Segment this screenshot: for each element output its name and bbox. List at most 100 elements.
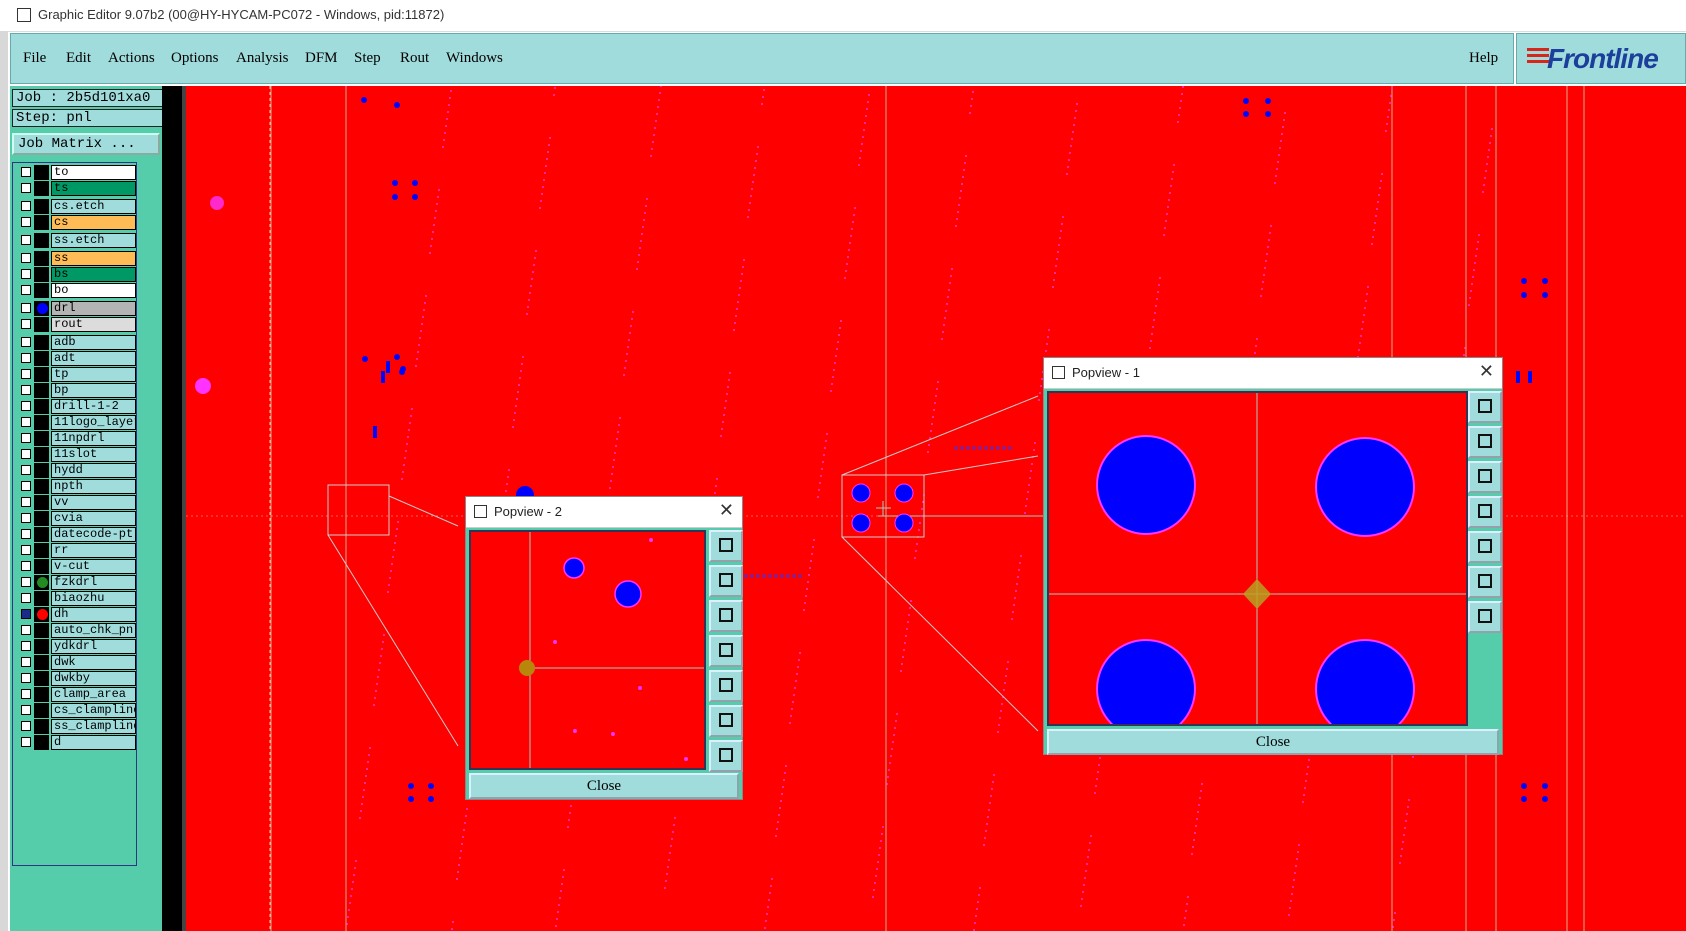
layer-checkbox[interactable]	[21, 369, 31, 379]
layer-name[interactable]: adb	[51, 335, 136, 350]
layer-name[interactable]: ss_clampline	[51, 719, 136, 734]
layer-row-11npdrl[interactable]: 11npdrl	[15, 431, 136, 446]
layer-row-adb[interactable]: adb	[15, 335, 136, 350]
layer-row-biaozhu[interactable]: biaozhu	[15, 591, 136, 606]
layer-row-11logo_layer[interactable]: 11logo_layer	[15, 415, 136, 430]
layer-checkbox[interactable]	[21, 641, 31, 651]
layer-row-ydkdrl[interactable]: ydkdrl	[15, 639, 136, 654]
layer-name[interactable]: ydkdrl	[51, 639, 136, 654]
menu-actions[interactable]: Actions	[108, 50, 155, 67]
layer-checkbox[interactable]	[21, 285, 31, 295]
layer-name[interactable]: bp	[51, 383, 136, 398]
layer-checkbox[interactable]	[21, 609, 31, 619]
popview-1-canvas[interactable]	[1047, 391, 1468, 726]
layer-checkbox[interactable]	[21, 253, 31, 263]
layer-row-cs.etch[interactable]: cs.etch	[15, 199, 136, 214]
layer-checkbox[interactable]	[21, 561, 31, 571]
layer-row-hydd[interactable]: hydd	[15, 463, 136, 478]
layer-checkbox[interactable]	[21, 235, 31, 245]
layer-name[interactable]: biaozhu	[51, 591, 136, 606]
layer-name[interactable]: d	[51, 735, 136, 750]
layer-scrollbar[interactable]	[162, 86, 182, 931]
layer-row-tp[interactable]: tp	[15, 367, 136, 382]
zoom-home-button[interactable]	[1468, 391, 1502, 423]
pan-down-button[interactable]	[709, 600, 743, 632]
layer-checkbox[interactable]	[21, 529, 31, 539]
layer-name[interactable]: to	[51, 165, 136, 180]
layer-row-to[interactable]: to	[15, 165, 136, 180]
layer-name[interactable]: dwkby	[51, 671, 136, 686]
menu-options[interactable]: Options	[171, 50, 219, 67]
pan-right-button[interactable]	[1468, 531, 1502, 563]
popview-2-canvas[interactable]	[469, 530, 706, 770]
menu-help[interactable]: Help	[1469, 50, 1498, 67]
layer-row-d[interactable]: d	[15, 735, 136, 750]
layer-checkbox[interactable]	[21, 737, 31, 747]
layer-row-adt[interactable]: adt	[15, 351, 136, 366]
layer-name[interactable]: adt	[51, 351, 136, 366]
layer-row-dwk[interactable]: dwk	[15, 655, 136, 670]
menu-step[interactable]: Step	[354, 50, 381, 67]
layer-name[interactable]: cs.etch	[51, 199, 136, 214]
menu-dfm[interactable]: DFM	[305, 50, 338, 67]
layer-name[interactable]: 11slot	[51, 447, 136, 462]
layer-name[interactable]: v-cut	[51, 559, 136, 574]
layer-row-auto_chk_pnl[interactable]: auto_chk_pnl	[15, 623, 136, 638]
layer-row-dh[interactable]: dh	[15, 607, 136, 622]
pan-right-button[interactable]	[709, 670, 743, 702]
layer-row-drill-1-2[interactable]: drill-1-2	[15, 399, 136, 414]
layer-checkbox[interactable]	[21, 625, 31, 635]
layer-name[interactable]: 11npdrl	[51, 431, 136, 446]
layer-row-v-cut[interactable]: v-cut	[15, 559, 136, 574]
layer-checkbox[interactable]	[21, 689, 31, 699]
layer-name[interactable]: fzkdrl	[51, 575, 136, 590]
layer-checkbox[interactable]	[21, 465, 31, 475]
layer-row-cvia[interactable]: cvia	[15, 511, 136, 526]
layer-checkbox[interactable]	[21, 545, 31, 555]
popview-2-close-button[interactable]: Close	[469, 773, 739, 799]
layer-name[interactable]: cvia	[51, 511, 136, 526]
layer-checkbox[interactable]	[21, 449, 31, 459]
layer-checkbox[interactable]	[21, 401, 31, 411]
layer-name[interactable]: clamp_area	[51, 687, 136, 702]
layer-checkbox[interactable]	[21, 593, 31, 603]
layer-name[interactable]: hydd	[51, 463, 136, 478]
layer-checkbox[interactable]	[21, 183, 31, 193]
layer-checkbox[interactable]	[21, 673, 31, 683]
pan-down-button[interactable]	[1468, 461, 1502, 493]
layer-row-ts[interactable]: ts	[15, 181, 136, 196]
layer-row-ss_clampline[interactable]: ss_clampline	[15, 719, 136, 734]
layer-name[interactable]: datecode-pt	[51, 527, 136, 542]
close-icon[interactable]: ✕	[1479, 361, 1494, 382]
popview-1-close-button[interactable]: Close	[1047, 729, 1499, 755]
layer-row-drl[interactable]: drl	[15, 301, 136, 316]
layer-name[interactable]: dwk	[51, 655, 136, 670]
layer-name[interactable]: rout	[51, 317, 136, 332]
layer-checkbox[interactable]	[21, 353, 31, 363]
layer-name[interactable]: cs	[51, 215, 136, 230]
layer-checkbox[interactable]	[21, 201, 31, 211]
layer-name[interactable]: dh	[51, 607, 136, 622]
layer-row-rr[interactable]: rr	[15, 543, 136, 558]
layer-checkbox[interactable]	[21, 417, 31, 427]
layer-row-bs[interactable]: bs	[15, 267, 136, 282]
layer-checkbox[interactable]	[21, 657, 31, 667]
layer-name[interactable]: vv	[51, 495, 136, 510]
zoom-out-button[interactable]	[709, 705, 743, 737]
layer-checkbox[interactable]	[21, 217, 31, 227]
layer-name[interactable]: 11logo_layer	[51, 415, 136, 430]
layer-row-npth[interactable]: npth	[15, 479, 136, 494]
menu-file[interactable]: File	[23, 50, 46, 67]
layer-row-bo[interactable]: bo	[15, 283, 136, 298]
job-matrix-button[interactable]: Job Matrix ...	[12, 133, 160, 155]
pan-left-button[interactable]	[1468, 496, 1502, 528]
pan-up-button[interactable]	[1468, 426, 1502, 458]
zoom-home-button[interactable]	[709, 530, 743, 562]
layer-name[interactable]: auto_chk_pnl	[51, 623, 136, 638]
layer-row-ss[interactable]: ss	[15, 251, 136, 266]
menu-analysis[interactable]: Analysis	[236, 50, 289, 67]
layer-checkbox[interactable]	[21, 577, 31, 587]
zoom-out-button[interactable]	[1468, 566, 1502, 598]
layer-checkbox[interactable]	[21, 385, 31, 395]
layer-name[interactable]: drill-1-2	[51, 399, 136, 414]
